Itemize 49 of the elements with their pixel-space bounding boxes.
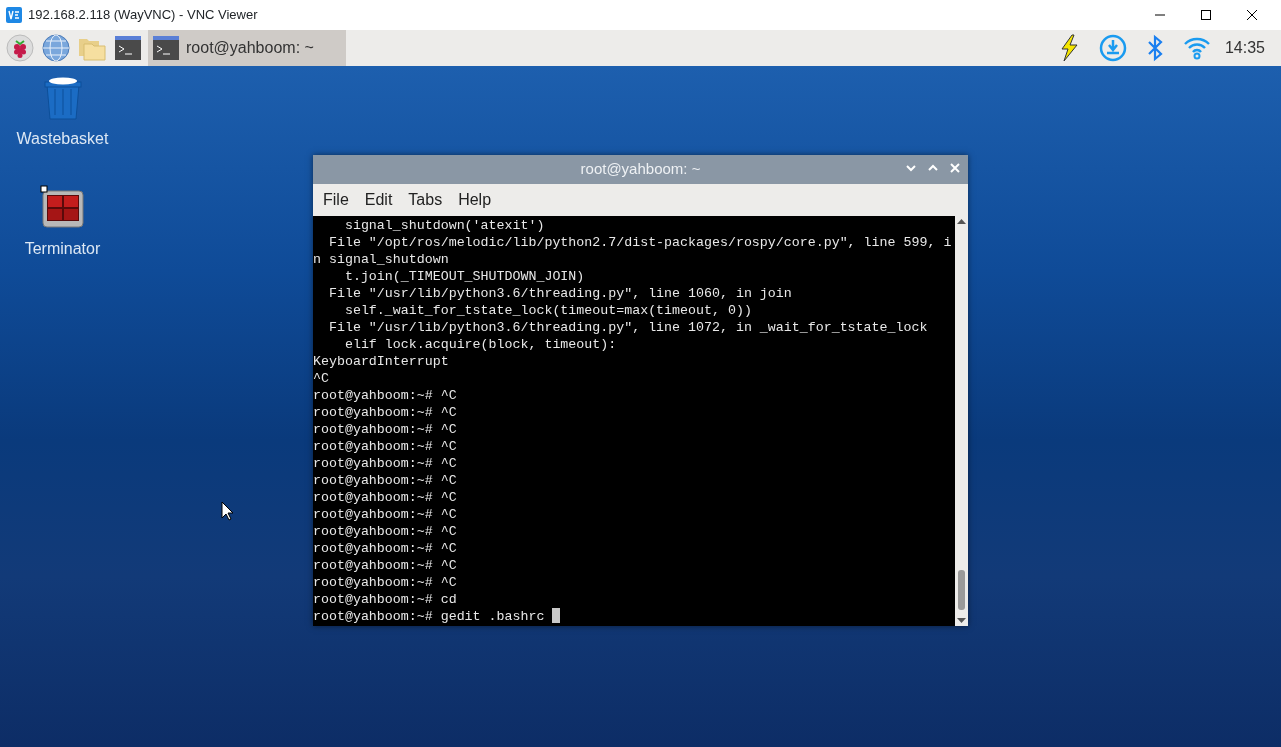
- terminal-line: root@yahboom:~# ^C: [313, 438, 458, 455]
- terminal-line: root@yahboom:~# ^C: [313, 523, 458, 540]
- menu-item[interactable]: File: [317, 186, 355, 214]
- terminal-line: File "/opt/ros/melodic/lib/python2.7/dist-packages/rospy/core.py", line 599, i: [327, 234, 953, 251]
- terminal-line: File "/usr/lib/python3.6/threading.py", line 1060, in join: [327, 285, 793, 302]
- close-icon: [1246, 9, 1258, 21]
- window-title: 192.168.2.118 (WayVNC) - VNC Viewer: [28, 6, 258, 25]
- desktop-shortcut[interactable]: Wastebasket: [10, 74, 115, 152]
- terminal-line: root@yahboom:~# ^C: [313, 540, 458, 557]
- terminal-line: root@yahboom:~# gedit .bashrc: [313, 608, 546, 625]
- terminal-line: root@yahboom:~# cd: [313, 591, 458, 608]
- globe-icon[interactable]: [42, 34, 70, 62]
- terminal-line: File "/usr/lib/python3.6/threading.py", line 1072, in _wait_for_tstate_lock: [327, 319, 929, 336]
- terminal-line: root@yahboom:~# ^C: [313, 574, 458, 591]
- terminal-line: root@yahboom:~# ^C: [313, 455, 458, 472]
- terminal-icon: [152, 34, 180, 62]
- scroll-up-arrow-icon[interactable]: [957, 218, 966, 225]
- maximize-icon: [1200, 9, 1212, 21]
- terminal-title: root@yahboom: ~: [580, 159, 701, 180]
- menu-item[interactable]: Edit: [358, 186, 399, 214]
- terminal-line: root@yahboom:~# ^C: [313, 489, 458, 506]
- terminal-line: ^C: [313, 370, 330, 387]
- download-icon[interactable]: [1098, 34, 1127, 62]
- mouse-pointer-icon: [221, 501, 234, 521]
- terminal-line: root@yahboom:~# ^C: [313, 421, 458, 438]
- terminal-line: KeyboardInterrupt: [313, 353, 450, 370]
- terminal-line: n signal_shutdown: [313, 251, 450, 268]
- terminal-line: root@yahboom:~# ^C: [313, 404, 458, 421]
- terminal-line: elif lock.acquire(block, timeout):: [343, 336, 618, 353]
- terminal-line: root@yahboom:~# ^C: [313, 506, 458, 523]
- terminal-line: self._wait_for_tstate_lock(timeout=max(timeout, 0)): [343, 302, 753, 319]
- close-icon[interactable]: [948, 161, 962, 175]
- vnc-logo-icon: [6, 7, 22, 23]
- terminal-line: signal_shutdown('atexit'): [343, 217, 546, 234]
- terminal-line: root@yahboom:~# ^C: [313, 557, 458, 574]
- raspberry-logo-icon[interactable]: [6, 34, 34, 62]
- menu-item[interactable]: Tabs: [402, 186, 449, 214]
- terminal-line: root@yahboom:~# ^C: [313, 472, 458, 489]
- terminal-icon[interactable]: [114, 34, 142, 62]
- menu-item[interactable]: Help: [452, 186, 498, 214]
- taskbar-button[interactable]: root@yahboom: ~: [148, 30, 346, 66]
- scrollbar[interactable]: [955, 216, 968, 626]
- terminal-line: t.join(_TIMEOUT_SHUTDOWN_JOIN): [343, 268, 586, 285]
- terminal-line: root@yahboom:~# ^C: [313, 387, 458, 404]
- text-cursor: [552, 608, 561, 623]
- scroll-down-arrow-icon[interactable]: [957, 617, 966, 624]
- desktop-shortcut[interactable]: Terminator: [10, 184, 115, 262]
- clock: 14:35: [1224, 38, 1265, 58]
- scrollbar-thumb[interactable]: [958, 570, 965, 610]
